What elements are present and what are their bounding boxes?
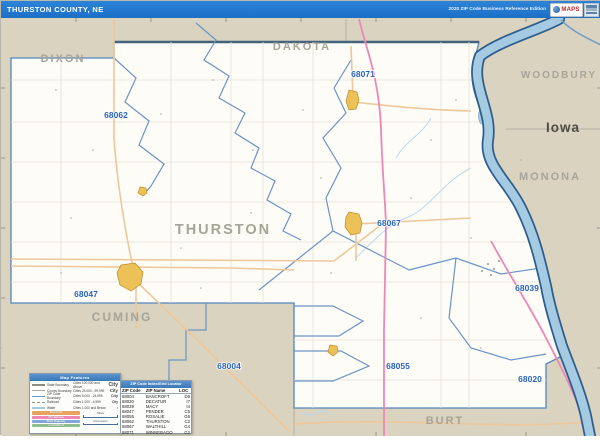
scale-miles-bar [83,415,118,418]
legend-city-item: Cities 100,000 and AboveCity [73,383,118,389]
map-page: THURSTON COUNTY, NE 2020 ZIP Code Busine… [0,0,600,435]
legend-line-sample [32,407,45,409]
zip-label-68004: 68004 [217,361,241,371]
legend-city-sample: • [117,406,118,410]
county-label-monona: MONONA [519,171,581,183]
loc-cell: G2 [178,430,191,435]
legend-road-item: Local Road [32,424,80,427]
edition-subtitle: 2020 ZIP Code Business Reference Edition [449,7,550,12]
title-bar: THURSTON COUNTY, NE 2020 ZIP Code Busine… [1,1,600,18]
legend-city-label: Cities 25,000 - 99,999 [73,389,104,393]
page-title: THURSTON COUNTY, NE [1,5,104,14]
legend-city-item: Cities 5,000 - 24,999 City [73,394,118,400]
legend-city-sample: City [110,388,118,393]
zip-label-68047: 68047 [74,289,98,299]
zip-label-68062: 68062 [104,110,128,120]
county-label-cuming: CUMING [92,310,153,324]
legend-city-label: Cities 5,000 - 24,999 [73,394,102,398]
zip-label-68071: 68071 [351,69,375,79]
county-label-thurston: THURSTON [175,222,271,238]
legend-city-sample: City [109,382,118,388]
marketmaps-logo: MAPS [550,3,583,17]
county-label-dakota: DAKOTA [273,41,331,53]
legend-city-sample: City [112,400,118,404]
county-label-burt: BURT [426,415,465,427]
zip-table-row: 68071WINNEBAGOG2 [121,430,191,435]
zip-label-68020: 68020 [518,374,542,384]
legend-line-sample [32,402,45,403]
reference-badge [584,3,599,17]
legend-city-label: Cities 1,000 - 4,999 [73,400,101,404]
legend-road-items: InterstateUS HighwayState HighwayLocal R… [32,411,80,428]
globe-icon [553,6,560,13]
legend-line-label: State Boundary [47,383,69,387]
legend-city-item: Cities 1,000 - 4,999 City [73,399,118,405]
legend-scalebars: Miles Kilometers [80,411,118,428]
zip-name-cell: WINNEBAGO [145,430,178,435]
legend-line-sample [32,396,45,397]
legend-line-label: Railroad [47,400,59,404]
legend-city-label: Cities 1,000 and Below [73,406,106,410]
legend-line-sample [32,390,45,391]
legend-title: Map Features [30,374,120,381]
state-label-iowa: Iowa [546,120,580,135]
zip-table-title: ZIP Code Index/Grid Locator [121,381,191,388]
legend-city-item: Cities 25,000 - 99,999 City [73,388,118,394]
scale-km-bar [83,423,118,426]
zip-label-68039: 68039 [515,283,539,293]
county-label-dixon: DIXON [41,53,86,65]
zip-label-68055: 68055 [386,361,410,371]
legend-line-items: State BoundaryCounty BoundaryZIP Code Bo… [32,383,73,411]
zip-index-table: ZIP Code Index/Grid Locator ZIP CodeZIP … [120,380,192,434]
legend-city-item: Cities 1,000 and Below • [73,405,118,411]
legend-line-sample [32,384,45,386]
county-label-woodbury: WOODBURY [521,70,597,81]
map-legend: Map Features State BoundaryCounty Bounda… [29,373,121,434]
zip-code-cell: 68071 [121,430,145,435]
zip-label-68067: 68067 [377,218,401,228]
legend-city-items: Cities 100,000 and AboveCityCities 25,00… [73,383,118,411]
legend-city-sample: City [111,394,118,398]
